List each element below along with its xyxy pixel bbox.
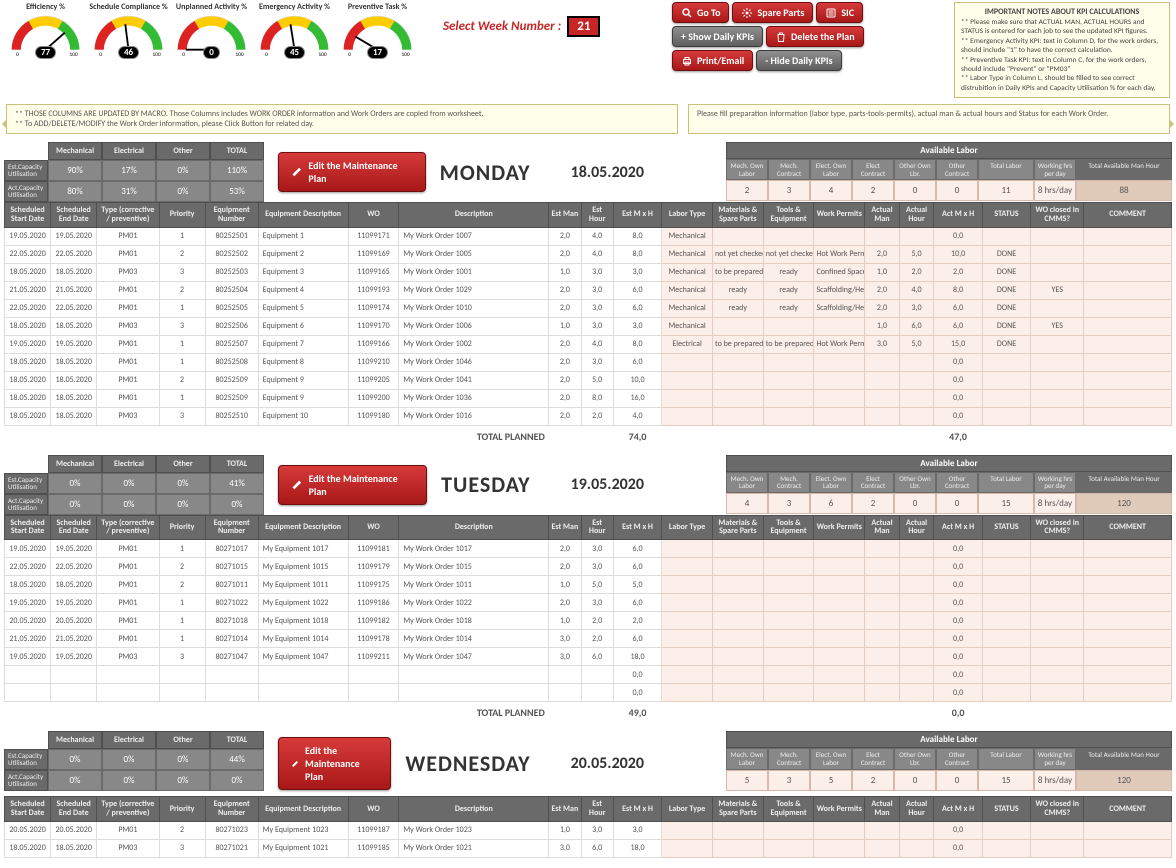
- macro-note-left: ** THOSE COLUMNS ARE UPDATED BY MACRO. T…: [6, 104, 678, 134]
- svg-text:100: 100: [318, 52, 327, 57]
- goto-button[interactable]: Go To: [672, 2, 729, 23]
- svg-text:100: 100: [235, 52, 244, 57]
- delete-plan-button[interactable]: Delete the Plan: [766, 26, 864, 47]
- work-order-table: Scheduled Start DateScheduled End DateTy…: [4, 796, 1172, 858]
- week-number[interactable]: 21: [567, 16, 600, 37]
- kpi-notes: IMPORTANT NOTES ABOUT KPI CALCULATIONS *…: [954, 2, 1170, 98]
- gauge-efficiency-: Efficiency %010077: [6, 2, 85, 73]
- show-kpis-button[interactable]: + Show Daily KPIs: [672, 26, 763, 47]
- prep-note-right: Please fill preparation information (lab…: [688, 104, 1170, 134]
- edit-maintenance-plan-button[interactable]: Edit the Maintenance Plan: [278, 465, 427, 505]
- svg-text:100: 100: [401, 52, 410, 57]
- svg-text:0: 0: [182, 52, 185, 57]
- select-week-label: Select Week Number :: [443, 19, 561, 34]
- gauge-unplanned-activity-: Unplanned Activity %01000: [172, 2, 251, 73]
- day-tuesday: MechanicalElectricalOtherTOTALEst.Capaci…: [4, 455, 1172, 724]
- gauge-emergency-activity-: Emergency Activity %010045: [255, 2, 334, 73]
- edit-maintenance-plan-button[interactable]: Edit the Maintenance Plan: [278, 152, 426, 192]
- day-wednesday: MechanicalElectricalOtherTOTALEst.Capaci…: [4, 731, 1172, 858]
- hide-kpis-button[interactable]: - Hide Daily KPIs: [756, 50, 841, 71]
- svg-text:0: 0: [99, 52, 102, 57]
- work-order-table: Scheduled Start DateScheduled End DateTy…: [4, 202, 1172, 447]
- spare-parts-button[interactable]: Spare Parts: [732, 2, 813, 23]
- print-email-button[interactable]: Print/Email: [672, 50, 753, 71]
- sic-button[interactable]: SIC: [816, 2, 863, 23]
- svg-text:100: 100: [69, 52, 78, 57]
- gauge-schedule-compliance-: Schedule Compliance %010046: [89, 2, 168, 73]
- edit-maintenance-plan-button[interactable]: Edit the Maintenance Plan: [278, 737, 391, 790]
- svg-text:100: 100: [152, 52, 161, 57]
- day-monday: MechanicalElectricalOtherTOTALEst.Capaci…: [4, 142, 1172, 447]
- svg-text:0: 0: [265, 52, 268, 57]
- svg-text:0: 0: [16, 52, 19, 57]
- svg-text:0: 0: [348, 52, 351, 57]
- gauge-preventive-task-: Preventive Task %010017: [338, 2, 417, 73]
- work-order-table: Scheduled Start DateScheduled End DateTy…: [4, 515, 1172, 724]
